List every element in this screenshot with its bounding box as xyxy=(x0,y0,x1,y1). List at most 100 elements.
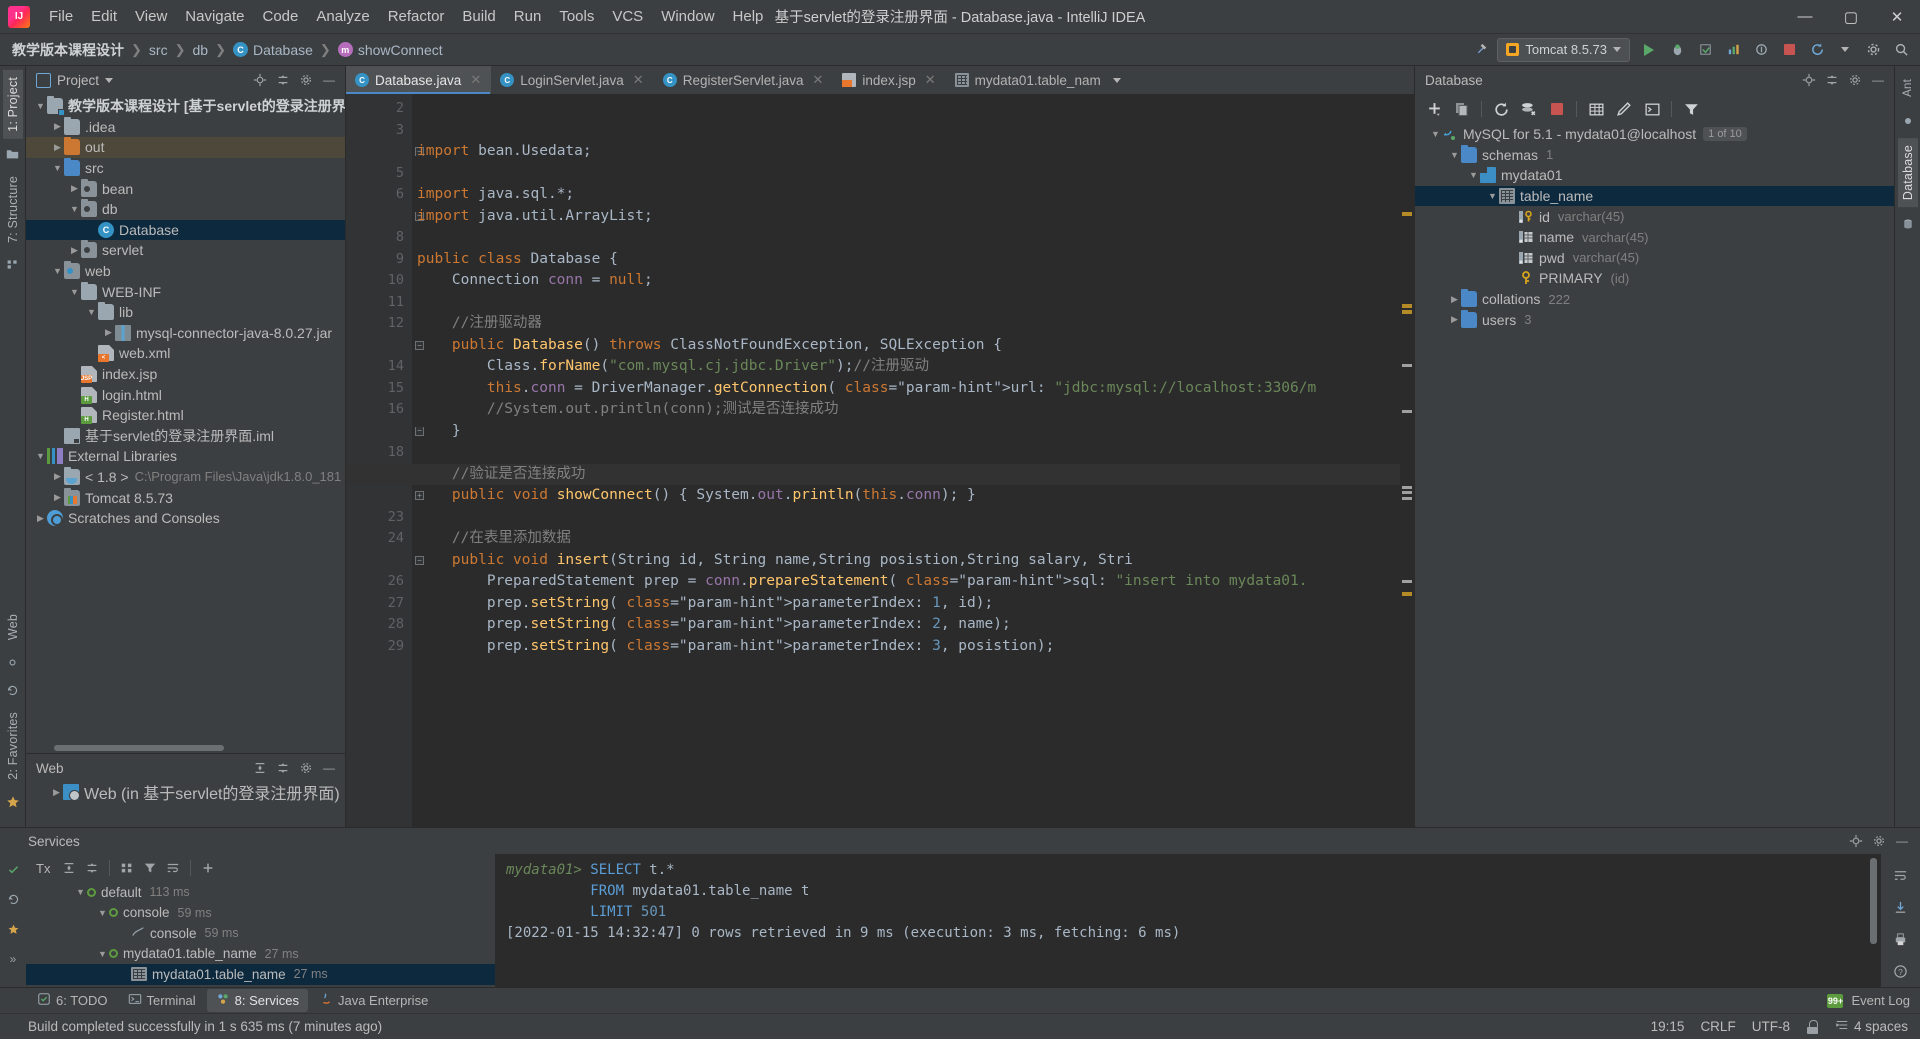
breadcrumb-item[interactable]: m showConnect xyxy=(337,42,443,58)
bottom-tab-terminal[interactable]: Terminal xyxy=(119,989,205,1012)
locate-icon[interactable] xyxy=(1799,70,1819,90)
code-line[interactable] xyxy=(412,442,1400,464)
sidebar-tab-database[interactable]: Database xyxy=(1897,137,1918,207)
code-line[interactable]: Connection conn = null; xyxy=(412,270,1400,292)
stop-icon[interactable] xyxy=(1544,97,1570,121)
menu-vcs[interactable]: VCS xyxy=(603,4,652,29)
database-tree-item[interactable]: ▼ schemas 1 xyxy=(1415,144,1894,166)
add-icon[interactable] xyxy=(198,858,218,878)
print-icon[interactable] xyxy=(1891,929,1911,949)
expand-arrow-icon[interactable]: ▼ xyxy=(1467,170,1480,180)
code-line[interactable]: Class.forName("com.mysql.cj.jdbc.Driver"… xyxy=(412,356,1400,378)
sql-console-output[interactable]: mydata01> SELECT t.* FROM mydata01.table… xyxy=(496,854,1880,987)
settings-icon[interactable] xyxy=(296,758,316,778)
code-line[interactable] xyxy=(412,227,1400,249)
expand-arrow-icon[interactable]: ▼ xyxy=(96,949,109,959)
menu-help[interactable]: Help xyxy=(724,4,773,29)
project-tree-item[interactable]: Hlogin.html xyxy=(26,384,345,405)
attach-icon[interactable] xyxy=(1748,37,1774,63)
menu-code[interactable]: Code xyxy=(253,4,307,29)
project-tree-item[interactable]: ▼教学版本课程设计 [基于servlet的登录注册界面]C:\ xyxy=(26,96,345,117)
breadcrumb-item[interactable]: 教学版本课程设计 xyxy=(12,40,124,60)
code-line[interactable]: this.conn = DriverManager.getConnection(… xyxy=(412,378,1400,400)
maximize-button[interactable]: ▢ xyxy=(1828,0,1874,34)
project-tree-item[interactable]: < web.xml xyxy=(26,343,345,364)
bottom-tab-todo[interactable]: 6: TODO xyxy=(28,989,117,1012)
locate-icon[interactable] xyxy=(1846,831,1866,851)
database-tree-item[interactable]: pwd varchar(45) xyxy=(1415,248,1894,269)
project-tree-item[interactable]: Database xyxy=(26,219,345,241)
duplicate-icon[interactable] xyxy=(1449,97,1475,121)
star-icon[interactable] xyxy=(3,792,23,812)
soft-wrap-icon[interactable] xyxy=(1891,865,1911,885)
debug-icon[interactable] xyxy=(1664,37,1690,63)
settings-icon[interactable] xyxy=(296,70,316,90)
database-tree-item[interactable]: ▶ users 3 xyxy=(1415,309,1894,330)
project-tree-item[interactable]: ▼ web xyxy=(26,261,345,282)
table-icon[interactable] xyxy=(1583,97,1609,121)
code-line[interactable] xyxy=(412,98,1400,120)
caret-position[interactable]: 19:15 xyxy=(1651,1019,1685,1034)
menu-window[interactable]: Window xyxy=(652,4,723,29)
web-facet-item[interactable]: ▶ Web (in 基于servlet的登录注册界面) xyxy=(26,782,345,803)
settings-icon[interactable] xyxy=(1860,37,1886,63)
close-icon[interactable]: ✕ xyxy=(925,72,936,88)
database-icon[interactable] xyxy=(1898,214,1918,234)
code-line[interactable] xyxy=(412,163,1400,185)
update-icon[interactable] xyxy=(1804,37,1830,63)
expand-arrow-icon[interactable]: ▼ xyxy=(96,908,109,918)
refresh-icon[interactable] xyxy=(1488,97,1514,121)
chevron-down-icon[interactable] xyxy=(1832,37,1858,63)
code-line[interactable]: prep.setString( class="param-hint">param… xyxy=(412,593,1400,615)
expand-icon[interactable] xyxy=(59,858,79,878)
bottom-tab-java-enterprise[interactable]: Java Enterprise xyxy=(310,989,437,1012)
project-horizontal-scrollbar[interactable] xyxy=(26,743,345,753)
project-tree-item[interactable]: ▼ External Libraries xyxy=(26,446,345,467)
code-line[interactable] xyxy=(412,120,1400,142)
expand-all-icon[interactable] xyxy=(250,758,270,778)
code-line[interactable]: //在表里添加数据 xyxy=(412,528,1400,550)
database-tree-item[interactable]: PRIMARY (id) xyxy=(1415,268,1894,289)
help-icon[interactable]: ? xyxy=(1891,961,1911,981)
project-tree-item[interactable]: H Register.html xyxy=(26,405,345,426)
code-line[interactable]: public class Database { xyxy=(412,249,1400,271)
project-tree-item[interactable]: ▼ db xyxy=(26,199,345,220)
menu-analyze[interactable]: Analyze xyxy=(307,4,378,29)
line-separator[interactable]: CRLF xyxy=(1700,1019,1735,1034)
code-line[interactable]: import java.util.ArrayList; xyxy=(412,206,1400,228)
code-line[interactable]: prep.setString( class="param-hint">param… xyxy=(412,636,1400,658)
collapse-all-icon[interactable] xyxy=(273,758,293,778)
breadcrumb-item[interactable]: C Database xyxy=(232,42,313,58)
service-tree-item[interactable]: ▼ mydata01.table_name 27 ms xyxy=(26,944,495,965)
code-line[interactable]: //System.out.println(conn);测试是否连接成功 xyxy=(412,399,1400,421)
bottom-tab-services[interactable]: 8: Services xyxy=(206,989,308,1012)
expand-arrow-icon[interactable]: ▼ xyxy=(68,287,81,297)
undo-icon[interactable] xyxy=(3,680,23,700)
expand-arrow-icon[interactable]: ▶ xyxy=(51,492,64,503)
project-tree-item[interactable]: ▶ out xyxy=(26,137,345,158)
code-line[interactable]: PreparedStatement prep = conn.prepareSta… xyxy=(412,571,1400,593)
editor-tab[interactable]: RegisterServlet.java ✕ xyxy=(654,66,834,94)
expand-arrow-icon[interactable]: ▶ xyxy=(1448,314,1461,325)
expand-arrow-icon[interactable]: ▼ xyxy=(51,266,64,276)
chevron-down-icon[interactable] xyxy=(1112,77,1121,83)
indent-setting[interactable]: 4 spaces xyxy=(1854,1019,1908,1034)
menu-edit[interactable]: Edit xyxy=(82,4,126,29)
ant-icon[interactable] xyxy=(1898,111,1918,131)
code-line[interactable] xyxy=(412,292,1400,314)
code-line[interactable]: prep.setString( class="param-hint">param… xyxy=(412,614,1400,636)
code-line[interactable]: public void showConnect() { System.out.p… xyxy=(412,485,1400,507)
commit-icon[interactable] xyxy=(3,652,23,672)
code-line[interactable]: public void insert(String id, String nam… xyxy=(412,550,1400,572)
hammer-icon[interactable] xyxy=(1469,37,1495,63)
menu-tools[interactable]: Tools xyxy=(550,4,603,29)
run-icon[interactable] xyxy=(1636,37,1662,63)
project-tree-item[interactable]: ▶ mysql-connector-java-8.0.27.jar xyxy=(26,323,345,344)
expand-arrow-icon[interactable]: ▶ xyxy=(51,471,64,482)
project-tree-item[interactable]: ▶ < 1.8 > C:\Program Files\Java\jdk1.8.0_1… xyxy=(26,466,345,488)
database-tree[interactable]: ▼ MySQL for 5.1 - mydata01@localhost 1 of … xyxy=(1415,124,1894,827)
editor-code-area[interactable]: import bean.Usedata; import java.sql.*; im… xyxy=(412,94,1400,827)
menu-refactor[interactable]: Refactor xyxy=(379,4,454,29)
expand-arrow-icon[interactable]: ▶ xyxy=(51,121,64,132)
sidebar-tab-structure[interactable]: 7: Structure xyxy=(3,169,23,250)
